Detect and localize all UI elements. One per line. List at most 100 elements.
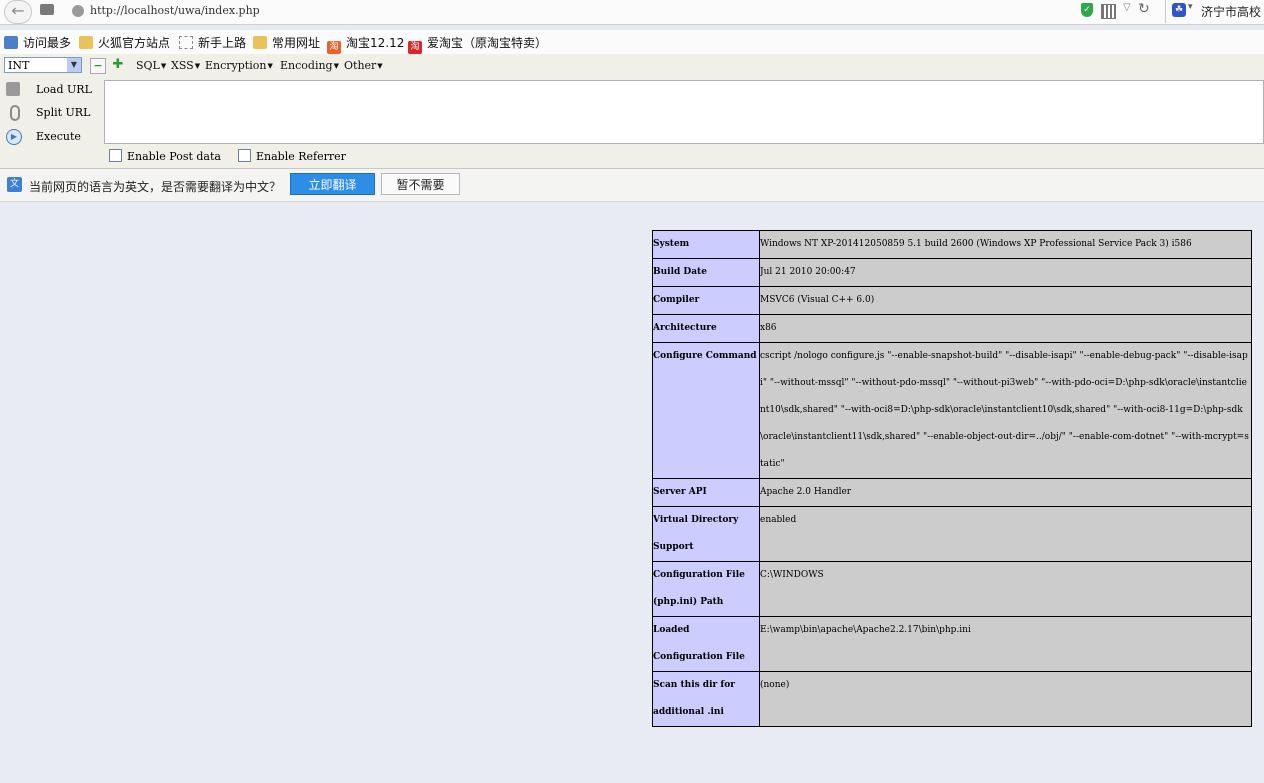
bookmark-label: 淘宝12.12 xyxy=(346,36,405,50)
dashed-box-icon xyxy=(179,36,193,49)
phpinfo-value-cell: MSVC6 (Visual C++ 6.0) xyxy=(759,286,1252,315)
phpinfo-value-cell: cscript /nologo configure.js "--enable-s… xyxy=(759,342,1252,479)
dropdown-arrow-icon: ▼ xyxy=(377,62,383,70)
history-dropdown-icon[interactable]: ▽ xyxy=(1123,2,1131,13)
security-shield-icon[interactable]: ✓ xyxy=(1081,3,1093,17)
dropdown-arrow-icon: ▼ xyxy=(160,62,167,70)
menu-encryption[interactable]: Encryption▼ xyxy=(205,59,273,72)
bookmark-most-visited[interactable]: 访问最多 xyxy=(4,34,71,51)
table-row: Virtual Directory Support enabled xyxy=(652,506,1252,562)
phpinfo-table: System Windows NT XP-201412050859 5.1 bui… xyxy=(652,230,1252,727)
phpinfo-value-cell: C:\WINDOWS xyxy=(759,561,1252,617)
split-url-button[interactable]: Split URL xyxy=(4,104,104,122)
back-button[interactable]: ← xyxy=(4,0,32,24)
search-box[interactable]: ☘ ▾ 济宁市高校 xyxy=(1165,0,1264,23)
page-content: System Windows NT XP-201412050859 5.1 bui… xyxy=(0,202,1264,783)
qr-code-icon[interactable] xyxy=(1101,4,1116,19)
menu-label: Other xyxy=(344,59,377,72)
hackbar-toolbar: INT ▼ − ✚ SQL▼ XSS▼ Encryption▼ Encoding… xyxy=(0,54,1264,78)
execute-button[interactable]: ▶ Execute xyxy=(4,128,104,146)
phpinfo-value: x86 xyxy=(760,323,777,333)
phpinfo-key: Architecture xyxy=(652,314,760,343)
folder-icon xyxy=(253,36,267,49)
phpinfo-key: Configuration File (php.ini) Path xyxy=(652,561,760,617)
load-url-label: Load URL xyxy=(36,83,92,96)
dropdown-arrow-icon: ▼ xyxy=(333,62,339,70)
dropdown-arrow-icon: ▼ xyxy=(194,62,201,70)
enable-referrer-checkbox[interactable]: Enable Referrer xyxy=(238,149,346,163)
menu-label: XSS xyxy=(171,59,194,72)
bookmark-common-sites[interactable]: 常用网址 xyxy=(253,34,320,51)
phpinfo-value: Apache 2.0 Handler xyxy=(760,487,852,497)
phpinfo-value-cell: E:\wamp\bin\apache\Apache2.2.17\bin\php.… xyxy=(759,616,1252,672)
phpinfo-value: C:\WINDOWS xyxy=(760,570,824,580)
phpinfo-value: enabled xyxy=(760,515,797,525)
dismiss-translate-button[interactable]: 暂不需要 xyxy=(381,173,460,195)
address-bar: ← http://localhost/uwa/index.php ✓ ▽ ↻ ☘… xyxy=(0,0,1264,25)
table-row: Architecture x86 xyxy=(652,314,1252,343)
type-select[interactable]: INT ▼ xyxy=(4,57,82,73)
phpinfo-value-cell: Windows NT XP-201412050859 5.1 build 260… xyxy=(759,230,1252,259)
url-field[interactable]: http://localhost/uwa/index.php xyxy=(90,4,260,17)
type-select-value: INT xyxy=(8,59,30,72)
phpinfo-key: System xyxy=(652,230,760,259)
phpinfo-value: cscript /nologo configure.js "--enable-s… xyxy=(760,351,1249,469)
checkbox-label: Enable Referrer xyxy=(256,150,346,163)
decrease-button[interactable]: − xyxy=(90,58,106,74)
bookmark-getting-started[interactable]: 新手上路 xyxy=(179,34,246,51)
table-row: System Windows NT XP-201412050859 5.1 bui… xyxy=(652,230,1252,259)
menu-label: Encoding xyxy=(280,59,333,72)
increase-button[interactable]: ✚ xyxy=(111,58,125,72)
bookmarks-toolbar: 访问最多 火狐官方站点 新手上路 常用网址 淘淘宝12.12 淘爱淘宝（原淘宝特… xyxy=(0,30,1264,54)
phpinfo-key: Virtual Directory Support xyxy=(652,506,760,562)
load-url-button[interactable]: Load URL xyxy=(4,81,104,99)
chevron-down-icon[interactable]: ▼ xyxy=(67,58,81,72)
phpinfo-value: MSVC6 (Visual C++ 6.0) xyxy=(760,295,875,305)
checkbox-box[interactable] xyxy=(109,149,122,162)
phpinfo-value: Windows NT XP-201412050859 5.1 build 260… xyxy=(760,239,1192,249)
bookmark-label: 常用网址 xyxy=(272,36,321,50)
reload-icon[interactable]: ↻ xyxy=(1138,1,1150,17)
phpinfo-key: Loaded Configuration File xyxy=(652,616,760,672)
checkbox-box[interactable] xyxy=(238,149,251,162)
table-row: Configure Command cscript /nologo configu… xyxy=(652,342,1252,479)
phpinfo-key: Compiler xyxy=(652,286,760,315)
hackbar-url-textarea[interactable] xyxy=(104,80,1264,144)
bookmark-label: 新手上路 xyxy=(198,36,247,50)
baidu-paw-icon[interactable]: ☘ xyxy=(1172,3,1186,17)
enable-post-data-checkbox[interactable]: Enable Post data xyxy=(109,149,221,163)
bookmark-firefox-official[interactable]: 火狐官方站点 xyxy=(79,34,170,51)
phpinfo-value-cell: x86 xyxy=(759,314,1252,343)
phpinfo-value-cell: Jul 21 2010 20:00:47 xyxy=(759,258,1252,287)
menu-other[interactable]: Other▼ xyxy=(344,59,383,72)
search-input[interactable]: 济宁市高校 xyxy=(1201,3,1261,20)
table-row: Loaded Configuration File E:\wamp\bin\apa… xyxy=(652,616,1252,672)
tab-overview-icon[interactable] xyxy=(40,4,54,15)
phpinfo-key: Configure Command xyxy=(652,342,760,479)
bookmark-label: 火狐官方站点 xyxy=(98,36,171,50)
table-row: Compiler MSVC6 (Visual C++ 6.0) xyxy=(652,286,1252,315)
engine-dropdown-icon[interactable]: ▾ xyxy=(1188,2,1193,12)
translate-now-button[interactable]: 立即翻译 xyxy=(290,173,375,195)
magnifier-icon xyxy=(4,36,18,49)
phpinfo-value: E:\wamp\bin\apache\Apache2.2.17\bin\php.… xyxy=(760,625,971,635)
bookmark-label: 爱淘宝（原淘宝特卖） xyxy=(427,36,548,50)
menu-encoding[interactable]: Encoding▼ xyxy=(280,59,339,72)
split-url-label: Split URL xyxy=(36,106,91,119)
taobao-icon: 淘 xyxy=(327,41,341,54)
load-url-icon xyxy=(6,82,20,96)
phpinfo-value-cell: Apache 2.0 Handler xyxy=(759,478,1252,507)
bookmark-taobao-1212[interactable]: 淘淘宝12.12 xyxy=(327,34,404,54)
menu-sql[interactable]: SQL▼ xyxy=(136,59,166,72)
checkbox-label: Enable Post data xyxy=(127,150,221,163)
menu-xss[interactable]: XSS▼ xyxy=(171,59,200,72)
phpinfo-value-cell: (none) xyxy=(759,671,1252,727)
bookmark-label: 访问最多 xyxy=(23,36,72,50)
table-row: Build Date Jul 21 2010 20:00:47 xyxy=(652,258,1252,287)
table-row: Scan this dir for additional .ini (none) xyxy=(652,671,1252,727)
phpinfo-key: Scan this dir for additional .ini xyxy=(652,671,760,727)
site-identity-icon[interactable] xyxy=(72,5,84,17)
phpinfo-key: Server API xyxy=(652,478,760,507)
execute-label: Execute xyxy=(36,130,81,143)
bookmark-ai-taobao[interactable]: 淘爱淘宝（原淘宝特卖） xyxy=(408,34,547,54)
